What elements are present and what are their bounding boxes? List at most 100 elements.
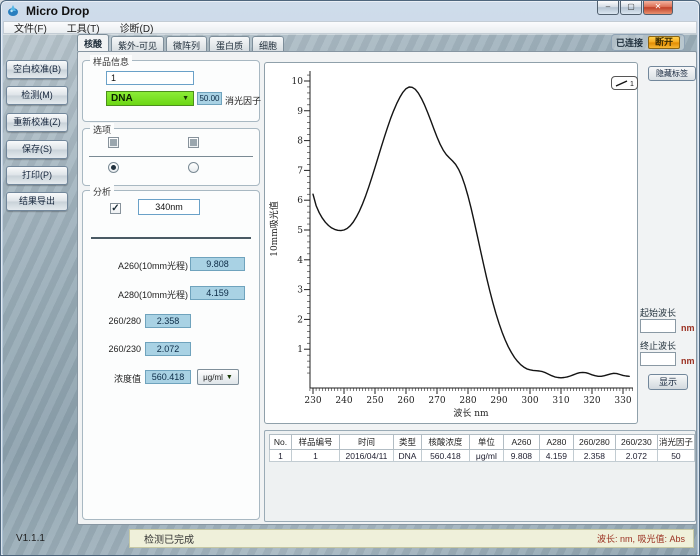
- extra-wavelength-input[interactable]: [138, 199, 200, 215]
- analysis-title: 分析: [90, 185, 114, 198]
- svg-text:320: 320: [583, 396, 600, 406]
- table-cell: DNA: [393, 450, 421, 462]
- results-col-header: 260/280: [573, 435, 615, 450]
- maximize-button[interactable]: ▢: [620, 1, 642, 15]
- results-col-header: 样品编号: [291, 435, 339, 450]
- sample-id-input[interactable]: [106, 71, 194, 85]
- sample-info-title: 样品信息: [90, 55, 132, 68]
- table-cell: 1: [291, 450, 339, 462]
- checkbox-fill-icon: [190, 139, 197, 146]
- options-groupbox: 选项: [82, 128, 260, 186]
- svg-text:230: 230: [304, 396, 321, 406]
- ratio-260-230-value: 2.072: [145, 342, 191, 356]
- svg-text:5: 5: [297, 226, 303, 236]
- table-row[interactable]: 112016/04/11DNA560.418μg/ml9.8084.1592.3…: [270, 450, 695, 462]
- extinction-factor-field[interactable]: 50.00: [197, 92, 222, 105]
- close-button[interactable]: ✕: [643, 1, 673, 15]
- app-icon: [7, 5, 21, 17]
- table-cell: 9.808: [503, 450, 539, 462]
- option-checkbox-2[interactable]: [188, 137, 199, 148]
- ratio-260-280-label: 260/280: [89, 316, 141, 326]
- sidebar-button-recalibrate[interactable]: 重新校准(Z): [6, 113, 68, 132]
- spectrum-plot: 2302402502602702802903003103203301234567…: [265, 63, 637, 423]
- option-radio-2[interactable]: [188, 162, 199, 173]
- table-cell: 2.072: [615, 450, 657, 462]
- results-col-header: 单位: [469, 435, 503, 450]
- legend-series-icon: 1: [614, 78, 636, 88]
- a260-label: A260(10mm光程): [89, 259, 188, 272]
- tab-strip: 核酸紫外-可见微阵列蛋白质细胞: [77, 34, 286, 51]
- concentration-unit-value: μg/ml: [203, 373, 223, 382]
- sidebar-button-blank-calibration[interactable]: 空白校准(B): [6, 60, 68, 79]
- end-wavelength-label: 终止波长: [640, 339, 676, 352]
- svg-text:250: 250: [366, 396, 383, 406]
- start-wavelength-input[interactable]: [640, 319, 676, 333]
- sample-type-value: DNA: [111, 93, 133, 104]
- series-legend-button[interactable]: 1: [611, 76, 638, 90]
- svg-text:260: 260: [397, 396, 414, 406]
- disconnect-button[interactable]: 断开: [648, 36, 680, 49]
- sidebar-button-print[interactable]: 打印(P): [6, 166, 68, 185]
- results-col-header: A260: [503, 435, 539, 450]
- results-col-header: 消光因子: [657, 435, 694, 450]
- menu-item-file[interactable]: 文件(F): [4, 20, 57, 35]
- svg-text:3: 3: [297, 286, 303, 296]
- a260-value: 9.808: [190, 257, 245, 271]
- svg-text:310: 310: [552, 396, 569, 406]
- results-col-header: No.: [270, 435, 292, 450]
- title-bar[interactable]: Micro Drop – ▢ ✕: [1, 1, 699, 21]
- connection-status: 已连接: [616, 36, 643, 49]
- table-cell: 50: [657, 450, 694, 462]
- svg-text:10mm吸光值: 10mm吸光值: [268, 201, 280, 257]
- results-col-header: 核酸浓度: [421, 435, 469, 450]
- version-label: V1.1.1: [16, 533, 45, 544]
- menu-item-diagnosis[interactable]: 诊断(D): [110, 20, 164, 35]
- tab-microarray[interactable]: 微阵列: [166, 36, 207, 51]
- start-unit-label: nm: [681, 323, 695, 333]
- menu-item-tools[interactable]: 工具(T): [57, 20, 110, 35]
- extra-wavelength-checkbox[interactable]: ✓: [110, 203, 121, 214]
- sample-info-groupbox: 样品信息 DNA ▼ 50.00 消光因子: [82, 60, 260, 122]
- connection-group: 已连接 断开: [611, 34, 685, 51]
- a280-label: A280(10mm光程): [89, 288, 188, 301]
- checkbox-fill-icon: [110, 139, 117, 146]
- a280-value: 4.159: [190, 286, 245, 300]
- table-cell: 1: [270, 450, 292, 462]
- end-wavelength-input[interactable]: [640, 352, 676, 366]
- results-table: No.样品编号时间类型核酸浓度单位A260A280260/280260/230消…: [269, 434, 695, 462]
- sidebar-button-export-results[interactable]: 结果导出: [6, 192, 68, 211]
- svg-text:240: 240: [335, 396, 352, 406]
- hide-label-button[interactable]: 隐藏标签: [648, 66, 696, 81]
- option-radio-1[interactable]: [108, 162, 119, 173]
- sidebar-button-measure[interactable]: 检测(M): [6, 86, 68, 105]
- status-message-box: 检测已完成 波长: nm, 吸光值: Abs: [129, 529, 694, 548]
- option-checkbox-1[interactable]: [108, 137, 119, 148]
- sidebar-button-save[interactable]: 保存(S): [6, 140, 68, 159]
- results-col-header: 260/230: [615, 435, 657, 450]
- spectrum-curve: [313, 87, 629, 378]
- chart-side-controls: 隐藏标签 起始波长 nm 终止波长 nm 显示: [640, 62, 696, 424]
- svg-text:280: 280: [459, 396, 476, 406]
- extinction-factor-label: 消光因子: [225, 94, 261, 107]
- tab-page-nucleic-acid: 样品信息 DNA ▼ 50.00 消光因子 选项 分析: [77, 51, 697, 525]
- show-button[interactable]: 显示: [648, 374, 688, 390]
- tab-nucleic-acid[interactable]: 核酸: [77, 34, 109, 51]
- analysis-groupbox: 分析 ✓ A260(10mm光程) 9.808 A280(10mm光程) 4.1…: [82, 190, 260, 520]
- svg-text:8: 8: [297, 137, 303, 147]
- table-cell: 2016/04/11: [339, 450, 393, 462]
- minimize-button[interactable]: –: [597, 1, 619, 15]
- start-wavelength-label: 起始波长: [640, 306, 676, 319]
- end-unit-label: nm: [681, 356, 695, 366]
- concentration-unit-dropdown[interactable]: μg/ml ▼: [197, 369, 239, 385]
- concentration-value: 560.418: [145, 370, 191, 384]
- legend-series-number: 1: [630, 81, 634, 88]
- tab-protein[interactable]: 蛋白质: [209, 36, 250, 51]
- sample-type-dropdown[interactable]: DNA ▼: [106, 91, 194, 106]
- chevron-down-icon: ▼: [226, 374, 233, 381]
- status-message: 检测已完成: [144, 531, 194, 546]
- results-col-header: 时间: [339, 435, 393, 450]
- options-title: 选项: [90, 123, 114, 136]
- tab-cell[interactable]: 细胞: [252, 36, 284, 51]
- window-controls: – ▢ ✕: [596, 1, 673, 15]
- tab-uv-vis[interactable]: 紫外-可见: [111, 36, 164, 51]
